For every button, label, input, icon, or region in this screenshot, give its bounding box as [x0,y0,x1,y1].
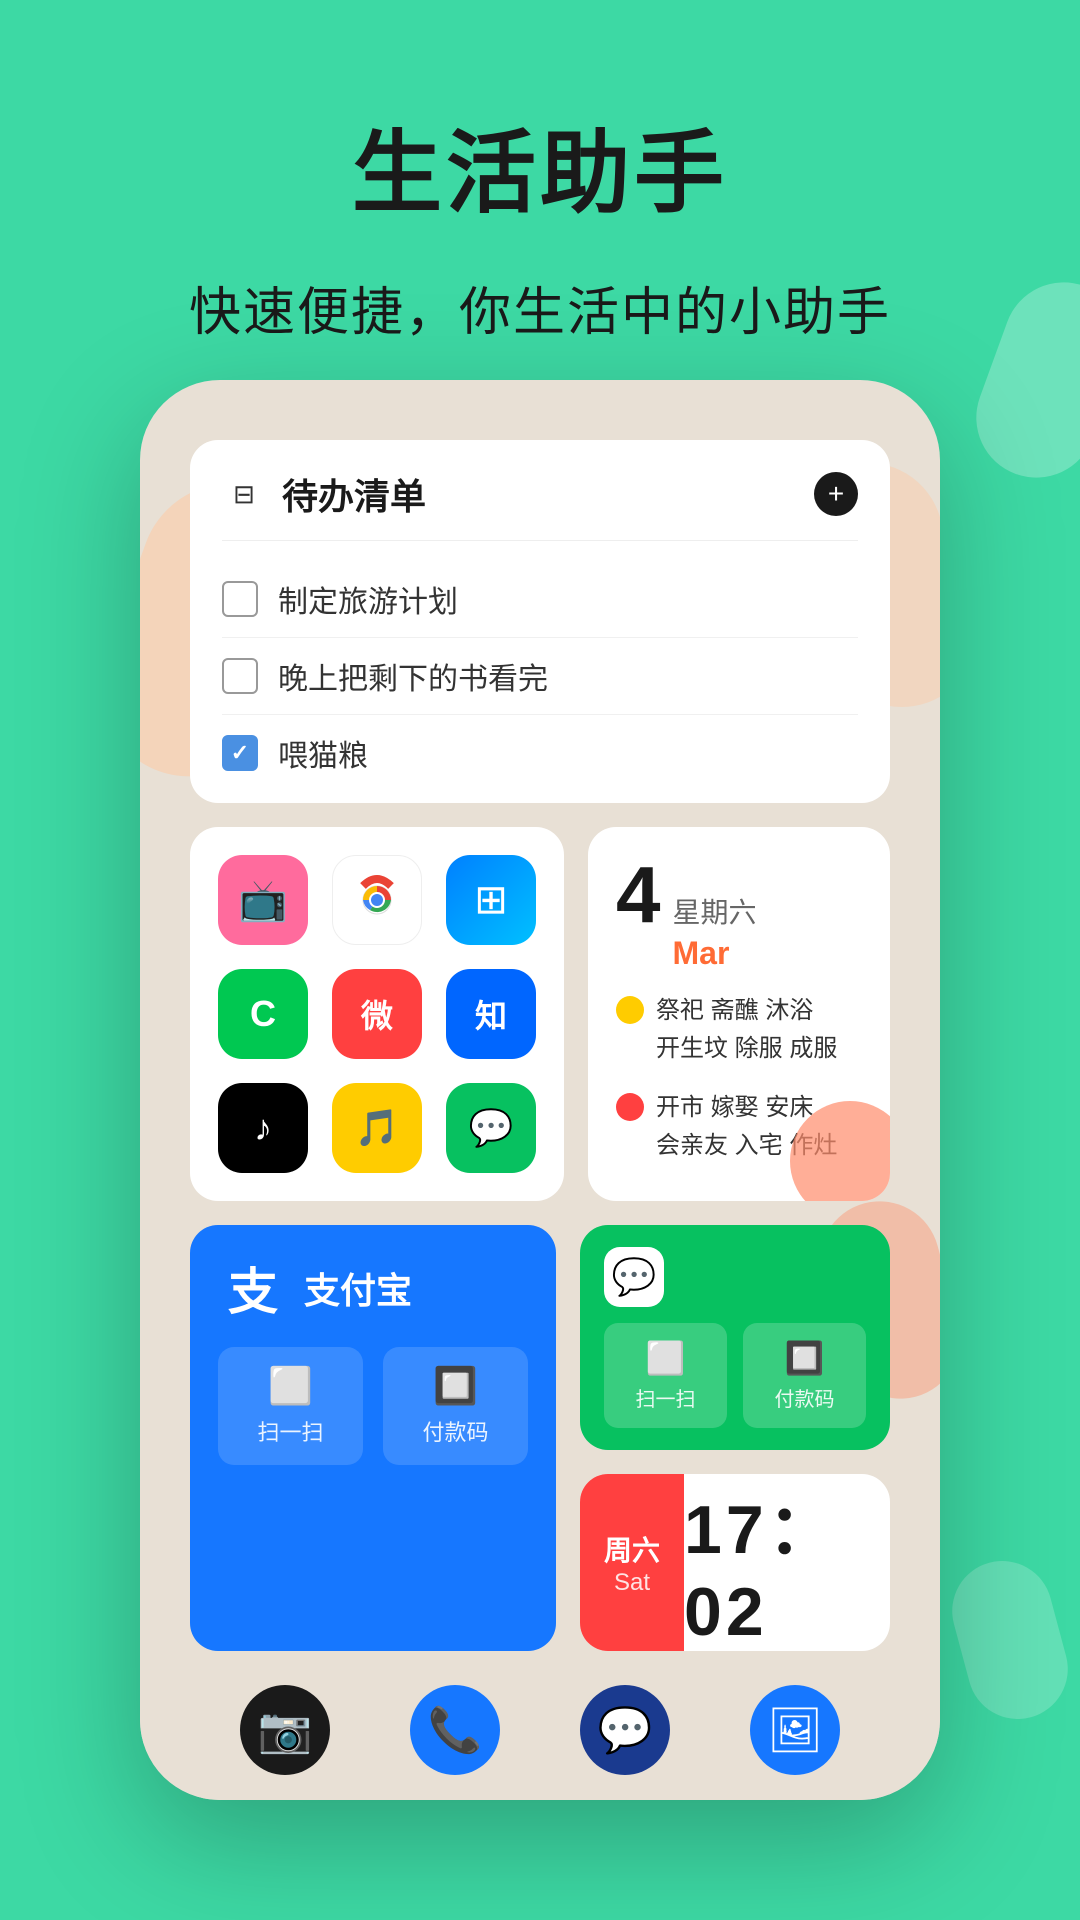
cal-date-number: 4 [616,855,661,935]
cal-weekday: 星期六 [673,891,757,931]
app-icon-music[interactable]: 🎵 [332,1083,422,1173]
clock-day-badge: 周六 Sat [580,1474,684,1651]
alipay-pay-button[interactable]: 🔲 付款码 [383,1347,528,1465]
todo-text-2: 晚上把剩下的书看完 [278,654,548,698]
wechat-widget: 💬 ⬜ 扫一扫 🔲 付款码 [580,1225,890,1450]
dock-phone-button[interactable]: 📞 [410,1685,500,1775]
wechat-top: 💬 [604,1247,866,1307]
phone-icon: 📞 [428,1704,483,1756]
camera-icon: 📷 [258,1704,313,1756]
wechat-pay-label: 付款码 [775,1389,835,1411]
todo-widget: ⊟ 待办清单 + 制定旅游计划 晚上把剩下的书看完 喂猫粮 [190,440,890,803]
alipay-name: 支付宝 [304,1262,412,1314]
phone-mockup: ⊟ 待办清单 + 制定旅游计划 晚上把剩下的书看完 喂猫粮 📺 [140,380,940,1800]
wechat-scan-label: 扫一扫 [636,1389,696,1411]
checkbox-2[interactable] [222,658,258,694]
sub-title: 快速便捷，你生活中的小助手 [0,270,1080,345]
app-icon-tiktok[interactable]: ♪ [218,1083,308,1173]
dock-camera-button[interactable]: 📷 [240,1685,330,1775]
todo-item-1[interactable]: 制定旅游计划 [222,561,858,638]
checkbox-3[interactable] [222,735,258,771]
todo-add-button[interactable]: + [814,472,858,516]
todo-divider [222,540,858,541]
cal-month: Mar [673,935,757,972]
clock-widget: 周六 Sat 17：02 [580,1474,890,1651]
wechat-scan-icon: ⬜ [604,1339,727,1377]
alipay-logo: 支 [218,1253,288,1323]
cal-good-row: 祭祀 斋醮 沐浴开生坟 除服 成服 [616,992,862,1069]
clock-weekday-zh: 周六 [604,1529,660,1569]
wechat-scan-button[interactable]: ⬜ 扫一扫 [604,1323,727,1428]
clock-weekday-en: Sat [614,1569,650,1597]
bottom-dock: 📷 📞 💬 🖼 [140,1660,940,1800]
gallery-icon: 🖼 [767,1704,823,1756]
alipay-scan-label: 扫一扫 [257,1420,323,1445]
chrome-svg [349,872,405,928]
app-icon-wechat[interactable]: 💬 [446,1083,536,1173]
dock-message-button[interactable]: 💬 [580,1685,670,1775]
grid-row: 📺 [190,827,890,1201]
todo-text-3: 喂猫粮 [278,731,368,775]
calendar-widget: 4 星期六 Mar 祭祀 斋醮 沐浴开生坟 除服 成服 开市 嫁娶 安床会亲友 … [588,827,890,1201]
clock-time: 17：02 [684,1474,890,1651]
app-icon-chrome[interactable] [332,855,422,945]
checkbox-1[interactable] [222,581,258,617]
wechat-pay-icon: 🔲 [743,1339,866,1377]
alipay-scan-button[interactable]: ⬜ 扫一扫 [218,1347,363,1465]
main-title: 生活助手 [0,100,1080,230]
message-icon: 💬 [598,1704,653,1756]
wechat-actions: ⬜ 扫一扫 🔲 付款码 [604,1323,866,1428]
todo-header: ⊟ 待办清单 + [222,468,858,520]
dock-gallery-button[interactable]: 🖼 [750,1685,840,1775]
cal-good-badge [616,996,644,1024]
alipay-scan-icon: ⬜ [218,1365,363,1407]
deco-shape-bottom [941,1550,1079,1730]
payment-row: 支 支付宝 ⬜ 扫一扫 🔲 付款码 💬 [190,1225,890,1651]
todo-item-3[interactable]: 喂猫粮 [222,715,858,775]
cal-bad-badge [616,1093,644,1121]
app-icon-appstore[interactable]: ⊞ [446,855,536,945]
app-icon-green[interactable]: C [218,969,308,1059]
wechat-logo: 💬 [604,1247,664,1307]
cal-good-text: 祭祀 斋醮 沐浴开生坟 除服 成服 [656,992,837,1069]
todo-title: 待办清单 [282,468,426,520]
todo-item-2[interactable]: 晚上把剩下的书看完 [222,638,858,715]
app-grid-widget: 📺 [190,827,564,1201]
app-icon-zhihu[interactable]: 知 [446,969,536,1059]
alipay-widget: 支 支付宝 ⬜ 扫一扫 🔲 付款码 [190,1225,556,1651]
alipay-actions: ⬜ 扫一扫 🔲 付款码 [218,1347,528,1465]
app-icon-tv[interactable]: 📺 [218,855,308,945]
app-icon-weibo[interactable]: 微 [332,969,422,1059]
alipay-top: 支 支付宝 [218,1253,528,1323]
wechat-pay-button[interactable]: 🔲 付款码 [743,1323,866,1428]
todo-header-left: ⊟ 待办清单 [222,468,426,520]
alipay-pay-icon: 🔲 [383,1365,528,1407]
todo-list-icon: ⊟ [222,472,266,516]
todo-text-1: 制定旅游计划 [278,577,458,621]
alipay-pay-label: 付款码 [422,1420,488,1445]
app-grid: 📺 [218,855,536,1173]
